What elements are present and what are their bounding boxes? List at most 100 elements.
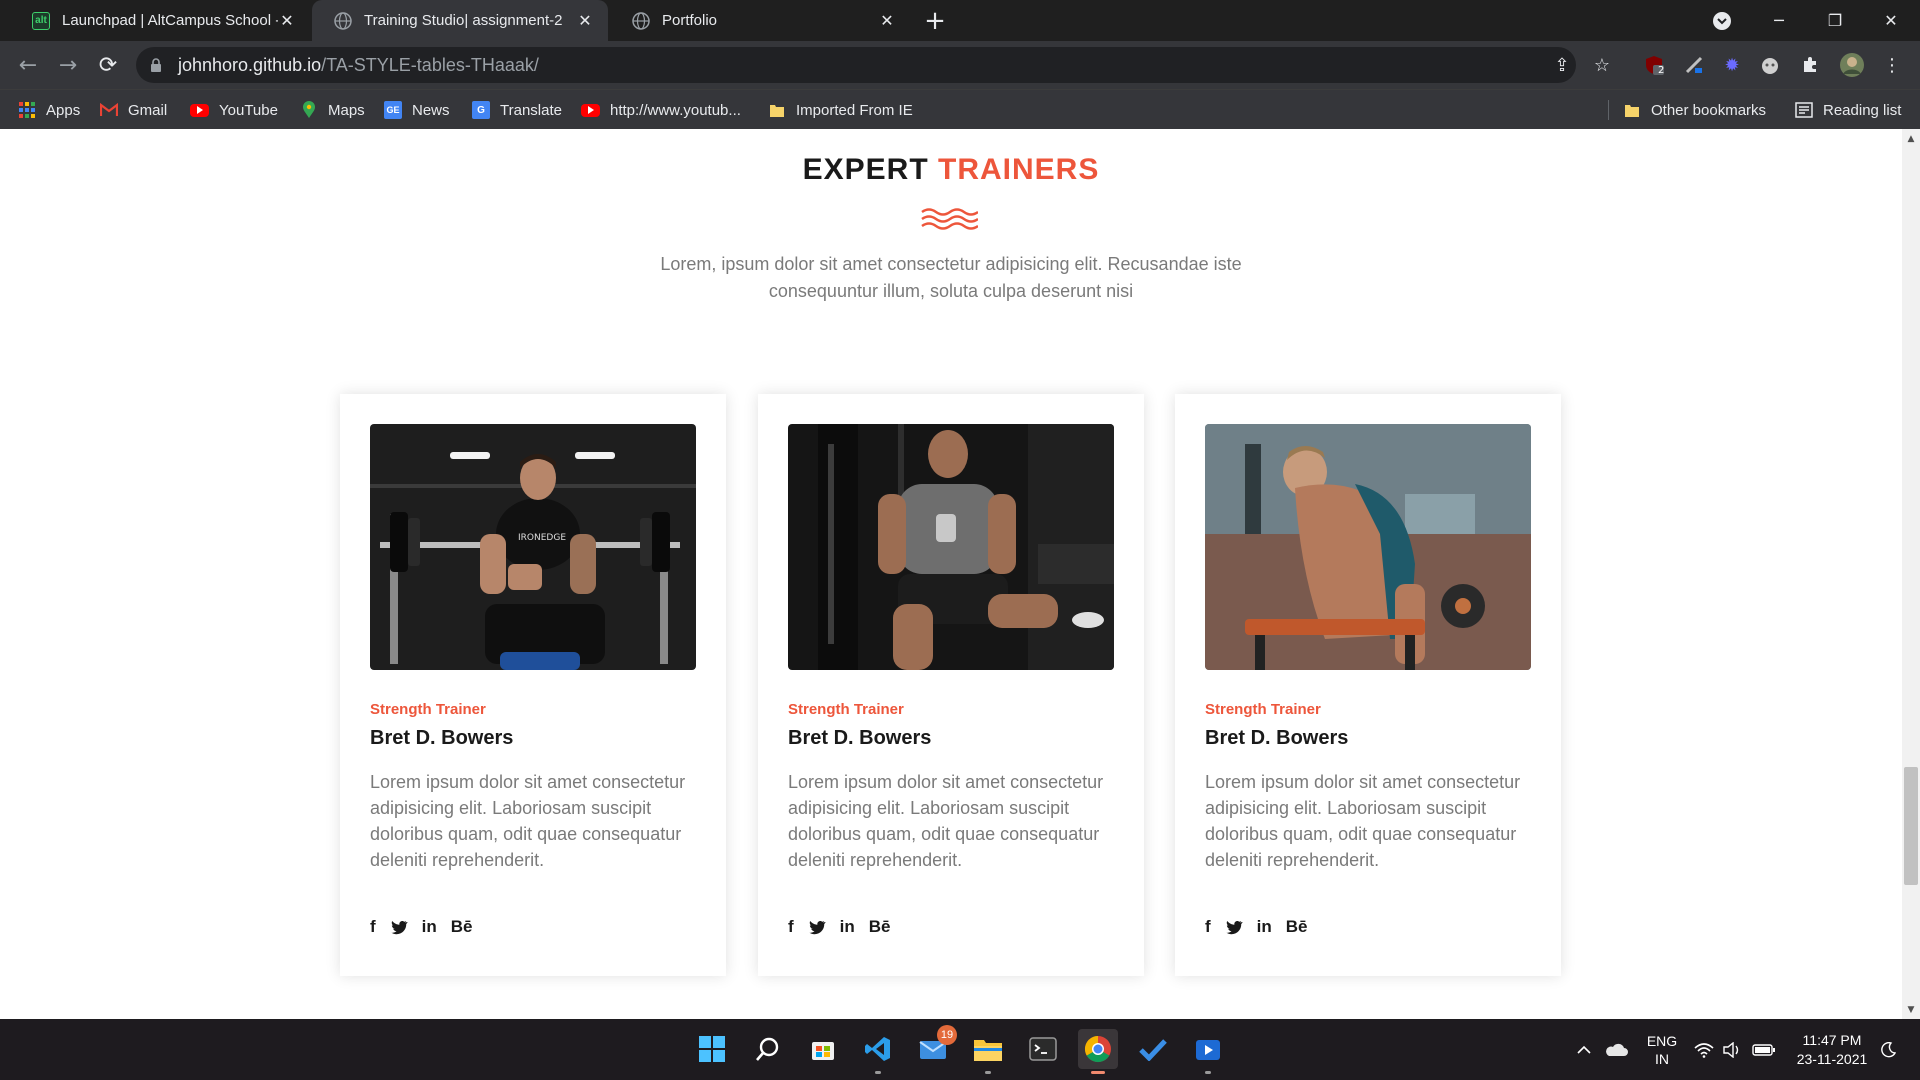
bookmark-star-icon[interactable]: ☆ <box>1588 51 1616 79</box>
clock[interactable]: 11:47 PM 23-11-2021 <box>1792 1019 1872 1080</box>
folder-icon <box>1623 101 1641 119</box>
vscode-icon[interactable] <box>858 1029 898 1074</box>
close-icon[interactable]: ✕ <box>278 12 296 30</box>
tab-title: Launchpad | AltCampus School - <box>62 12 278 29</box>
tab-training-studio[interactable]: Training Studio| assignment-2 ✕ <box>312 0 608 41</box>
battery-icon[interactable] <box>1752 1019 1776 1080</box>
bookmark-label: Translate <box>500 101 562 119</box>
microsoft-store-icon[interactable] <box>803 1029 843 1069</box>
close-window-icon[interactable]: ✕ <box>1862 0 1920 41</box>
address-bar[interactable]: johnhoro.github.io/TA-STYLE-tables-THaaa… <box>136 47 1576 83</box>
linkedin-icon[interactable]: in <box>422 917 437 937</box>
windows-taskbar: 19 ENG IN 11:47 PM 23-11-2021 <box>0 1019 1920 1080</box>
extension-badge: 2 <box>1658 65 1665 76</box>
profile-menu-icon[interactable] <box>1693 0 1751 41</box>
terminal-icon[interactable] <box>1023 1029 1063 1069</box>
close-icon[interactable]: ✕ <box>878 12 896 30</box>
trainer-name: Bret D. Bowers <box>788 727 932 749</box>
running-indicator <box>1205 1071 1211 1074</box>
twitter-icon[interactable] <box>1225 920 1243 935</box>
bookmark-label: Imported From IE <box>796 101 913 119</box>
scroll-up-arrow-icon[interactable]: ▲ <box>1902 131 1920 147</box>
bookmark-youtube[interactable]: YouTube <box>190 90 278 130</box>
bookmarks-divider <box>1608 100 1609 120</box>
section-intro: Lorem, ipsum dolor sit amet consectetur … <box>660 254 1242 301</box>
lock-icon <box>148 57 164 73</box>
behance-icon[interactable]: Bē <box>1286 917 1308 937</box>
avatar[interactable] <box>1838 51 1866 79</box>
media-player-icon[interactable] <box>1188 1029 1228 1074</box>
focus-assist-moon-icon[interactable] <box>1880 1019 1896 1080</box>
facebook-icon[interactable]: f <box>788 917 794 937</box>
back-icon[interactable]: ← <box>12 50 44 80</box>
bookmark-label: Maps <box>328 101 365 119</box>
behance-icon[interactable]: Bē <box>451 917 473 937</box>
forward-icon[interactable]: → <box>52 50 84 80</box>
extensions-puzzle-icon[interactable] <box>1796 51 1824 79</box>
url-path: /TA-STYLE-tables-THaaak/ <box>321 54 539 75</box>
chrome-menu-icon[interactable]: ⋮ <box>1878 51 1906 79</box>
chrome-icon[interactable] <box>1078 1029 1118 1074</box>
reading-list-button[interactable]: Reading list <box>1795 90 1901 130</box>
tab-title: Training Studio| assignment-2 <box>364 12 563 29</box>
trainer-role: Strength Trainer <box>1205 701 1321 718</box>
behance-icon[interactable]: Bē <box>869 917 891 937</box>
running-indicator <box>985 1071 991 1074</box>
twitter-icon[interactable] <box>390 920 408 935</box>
page-title: EXPERT TRAINERS <box>0 153 1902 187</box>
facebook-icon[interactable]: f <box>370 917 376 937</box>
twitter-icon[interactable] <box>808 920 826 935</box>
scrollbar-thumb[interactable] <box>1904 767 1918 885</box>
bookmark-imported-from-ie[interactable]: Imported From IE <box>768 90 913 130</box>
globe-icon <box>334 11 352 30</box>
bookmark-gmail[interactable]: Gmail <box>100 90 167 130</box>
mail-icon[interactable]: 19 <box>913 1025 957 1069</box>
trainer-photo <box>1205 424 1531 670</box>
sparkle-extension-icon[interactable]: ✹ <box>1718 51 1746 79</box>
bookmark-label: News <box>412 101 450 119</box>
trainer-name: Bret D. Bowers <box>370 727 514 749</box>
todo-checkmark-icon[interactable] <box>1133 1029 1173 1069</box>
share-icon[interactable]: ⇪ <box>1548 51 1576 79</box>
clock-date: 23-11-2021 <box>1796 1050 1868 1067</box>
linkedin-icon[interactable]: in <box>840 917 855 937</box>
bookmark-translate[interactable]: G Translate <box>472 90 562 130</box>
news-icon: GE <box>384 101 402 119</box>
folder-icon <box>768 101 786 119</box>
volume-icon[interactable] <box>1722 1019 1742 1080</box>
close-icon[interactable]: ✕ <box>576 12 594 30</box>
search-icon[interactable] <box>748 1029 788 1069</box>
lang-line1: ENG <box>1646 1032 1678 1049</box>
wifi-icon[interactable] <box>1694 1019 1714 1080</box>
bookmark-youtube-link[interactable]: http://www.youtub... <box>581 90 741 130</box>
restore-icon[interactable]: ❐ <box>1806 0 1864 41</box>
minimize-icon[interactable]: ─ <box>1750 0 1808 41</box>
language-indicator[interactable]: ENG IN <box>1644 1019 1680 1080</box>
tab-launchpad[interactable]: alt Launchpad | AltCampus School - ✕ <box>10 0 310 41</box>
bookmark-news[interactable]: GE News <box>384 90 450 130</box>
running-indicator <box>875 1071 881 1074</box>
clock-time: 11:47 PM <box>1802 1031 1862 1048</box>
scroll-down-arrow-icon[interactable]: ▼ <box>1902 1002 1920 1018</box>
linkedin-icon[interactable]: in <box>1257 917 1272 937</box>
onedrive-cloud-icon[interactable] <box>1604 1019 1628 1080</box>
bookmark-maps[interactable]: Maps <box>300 90 365 130</box>
face-extension-icon[interactable] <box>1756 51 1784 79</box>
tab-portfolio[interactable]: Portfolio ✕ <box>610 0 910 41</box>
facebook-icon[interactable]: f <box>1205 917 1211 937</box>
bookmark-other-bookmarks[interactable]: Other bookmarks <box>1623 90 1766 130</box>
bookmark-label: YouTube <box>219 101 278 119</box>
bookmark-apps[interactable]: Apps <box>18 90 80 130</box>
reload-icon[interactable]: ⟳ <box>92 50 124 80</box>
tray-chevron-up-icon[interactable] <box>1576 1019 1592 1080</box>
page-scrollbar[interactable] <box>1902 129 1920 1019</box>
pen-extension-icon[interactable] <box>1680 51 1708 79</box>
windows-start-icon[interactable] <box>692 1029 732 1069</box>
svg-text:IRONEDGE: IRONEDGE <box>518 533 566 543</box>
trainer-card: Strength Trainer Bret D. Bowers Lorem ip… <box>1175 394 1561 976</box>
globe-icon <box>632 11 650 30</box>
ublock-extension-icon[interactable]: 2 <box>1640 51 1668 79</box>
new-tab-button[interactable]: + <box>920 6 950 36</box>
altcampus-icon: alt <box>32 11 50 30</box>
file-explorer-icon[interactable] <box>968 1029 1008 1074</box>
